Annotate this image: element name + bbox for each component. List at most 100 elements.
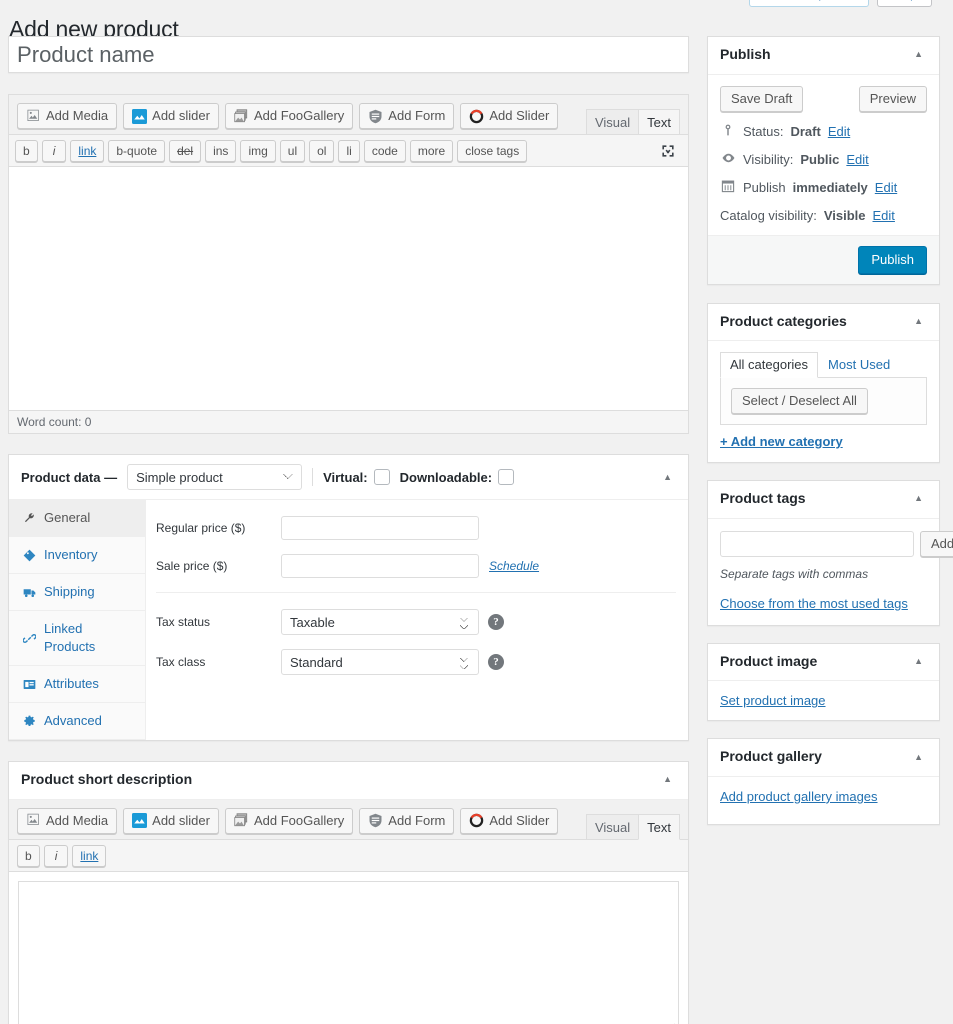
select-deselect-all-button[interactable]: Select / Deselect All [731, 388, 868, 415]
tax-class-select[interactable]: Standard [281, 649, 479, 675]
form-icon [368, 109, 383, 124]
regular-price-input[interactable] [281, 516, 479, 540]
screen-options-button[interactable]: Screen Options [749, 0, 869, 7]
help-button[interactable]: Help [877, 0, 932, 7]
quicktag-img[interactable]: img [240, 140, 276, 162]
product-categories-title: Product categories [720, 312, 847, 329]
downloadable-checkbox-label[interactable]: Downloadable: [400, 469, 515, 485]
tax-status-help-icon[interactable]: ? [488, 614, 504, 630]
visibility-label: Visibility: [743, 151, 794, 167]
add-media-button[interactable]: Add Media [17, 103, 118, 129]
tab-linked-products[interactable]: Linked Products [9, 611, 145, 666]
add-foogallery-button[interactable]: Add FooGallery [224, 103, 354, 129]
tab-visual[interactable]: Visual [585, 109, 640, 135]
status-edit-link[interactable]: Edit [828, 124, 850, 139]
toggle-tags-icon[interactable]: ▲ [910, 490, 927, 507]
sd-quicktag-i[interactable]: i [43, 844, 69, 867]
downloadable-checkbox[interactable] [498, 469, 515, 485]
sd-tab-text[interactable]: Text [638, 813, 680, 840]
quicktag-b[interactable]: b [15, 140, 38, 162]
quicktag-ul[interactable]: ul [279, 140, 306, 162]
toggle-publish-icon[interactable]: ▲ [910, 46, 927, 63]
main-column: Add Media Add slider Add FooGallery [8, 36, 689, 1024]
toggle-categories-icon[interactable]: ▲ [910, 313, 927, 330]
short-description-textarea[interactable] [18, 880, 679, 1024]
tab-shipping[interactable]: Shipping [9, 574, 145, 611]
quicktag-del[interactable]: del [169, 140, 202, 162]
toggle-short-description-icon[interactable]: ▲ [659, 771, 676, 788]
short-description-title: Product short description [21, 771, 193, 787]
visibility-edit-link[interactable]: Edit [846, 152, 868, 167]
save-draft-button[interactable]: Save Draft [720, 85, 804, 112]
sd-add-foogallery-button[interactable]: Add FooGallery [224, 807, 354, 834]
tax-status-select[interactable]: Taxable [281, 609, 479, 635]
visibility-row: Visibility: Public Edit [720, 151, 927, 168]
product-tag-input[interactable] [720, 530, 914, 557]
preview-button[interactable]: Preview [858, 85, 927, 112]
toggle-product-gallery-icon[interactable]: ▲ [910, 749, 927, 766]
quicktag-i[interactable]: i [41, 140, 67, 162]
quicktag-close-tags[interactable]: close tags [457, 140, 528, 162]
toggle-product-image-icon[interactable]: ▲ [910, 653, 927, 670]
content-textarea[interactable] [8, 166, 689, 410]
tab-most-used[interactable]: Most Used [818, 352, 900, 378]
product-tags-box: Product tags ▲ Add Separate tags with co… [707, 480, 953, 626]
add-form-button[interactable]: Add Form [359, 103, 455, 129]
quicktag-code[interactable]: code [363, 140, 406, 162]
add-product-gallery-images-link[interactable]: Add product gallery images [720, 789, 878, 804]
distraction-free-icon[interactable] [660, 143, 676, 159]
product-gallery-title: Product gallery [720, 748, 822, 765]
quicktag-link[interactable]: link [70, 140, 105, 162]
product-gallery-body: Add product gallery images [708, 777, 939, 824]
catalog-visibility-edit-link[interactable]: Edit [873, 208, 895, 223]
virtual-checkbox[interactable] [373, 469, 390, 485]
schedule-sale-link[interactable]: Schedule [489, 559, 539, 573]
tab-general[interactable]: General [9, 500, 145, 537]
publish-box: Publish ▲ Save Draft Preview Status: Dra… [707, 36, 940, 285]
screen-meta-links: Screen Options Help [749, 0, 949, 7]
quicktag-li[interactable]: li [338, 140, 360, 162]
quicktag-ins[interactable]: ins [205, 140, 237, 162]
sd-add-form-button[interactable]: Add Form [359, 807, 455, 834]
short-description-mode-tabs: Visual Text [585, 813, 680, 840]
sd-add-revslider-button[interactable]: Add Slider [460, 807, 559, 834]
tab-inventory-label: Inventory [44, 547, 98, 562]
quicktag-more[interactable]: more [409, 140, 454, 162]
publish-date-row: Publish immediately Edit [720, 179, 927, 196]
quicktag-bquote[interactable]: b-quote [108, 140, 166, 162]
sd-quicktag-b[interactable]: b [17, 844, 40, 867]
product-tags-header: Product tags ▲ [708, 481, 939, 519]
set-product-image-link[interactable]: Set product image [720, 693, 826, 708]
quicktag-ol[interactable]: ol [309, 140, 335, 162]
add-new-category-link[interactable]: + Add new category [720, 434, 927, 449]
sd-tab-visual[interactable]: Visual [585, 813, 640, 840]
product-type-select[interactable]: Simple product [127, 464, 303, 490]
short-description-quicktags: b i link [9, 839, 688, 872]
add-revslider-button[interactable]: Add Slider [460, 103, 559, 129]
sd-add-media-button[interactable]: Add Media [17, 807, 118, 834]
publish-button[interactable]: Publish [858, 245, 927, 274]
media-icon [26, 109, 41, 124]
tax-status-row: Tax status Taxable ? [156, 592, 676, 635]
sd-add-slider-button[interactable]: Add slider [123, 807, 219, 834]
add-tag-button[interactable]: Add [920, 530, 953, 557]
catalog-visibility-row: Catalog visibility: Visible Edit [720, 208, 927, 223]
tax-class-help-icon[interactable]: ? [488, 654, 504, 670]
publish-date-edit-link[interactable]: Edit [875, 180, 897, 195]
tag-hint-text: Separate tags with commas [720, 566, 869, 581]
tab-advanced[interactable]: Advanced [9, 703, 145, 740]
sd-quicktag-link[interactable]: link [72, 844, 107, 867]
add-slider-button[interactable]: Add slider [123, 103, 219, 129]
product-name-input[interactable] [9, 37, 688, 72]
tab-attributes[interactable]: Attributes [9, 666, 145, 703]
product-tags-title: Product tags [720, 490, 806, 507]
toggle-product-data-icon[interactable]: ▲ [659, 469, 676, 486]
virtual-checkbox-label[interactable]: Virtual: [323, 469, 390, 485]
visibility-value: Public [800, 151, 840, 167]
tab-text[interactable]: Text [638, 109, 680, 135]
choose-most-used-tags-link[interactable]: Choose from the most used tags [720, 596, 908, 611]
sale-price-input[interactable] [281, 554, 479, 578]
tab-all-categories[interactable]: All categories [720, 352, 819, 379]
tab-general-label: General [44, 510, 91, 525]
tab-inventory[interactable]: Inventory [9, 537, 145, 574]
